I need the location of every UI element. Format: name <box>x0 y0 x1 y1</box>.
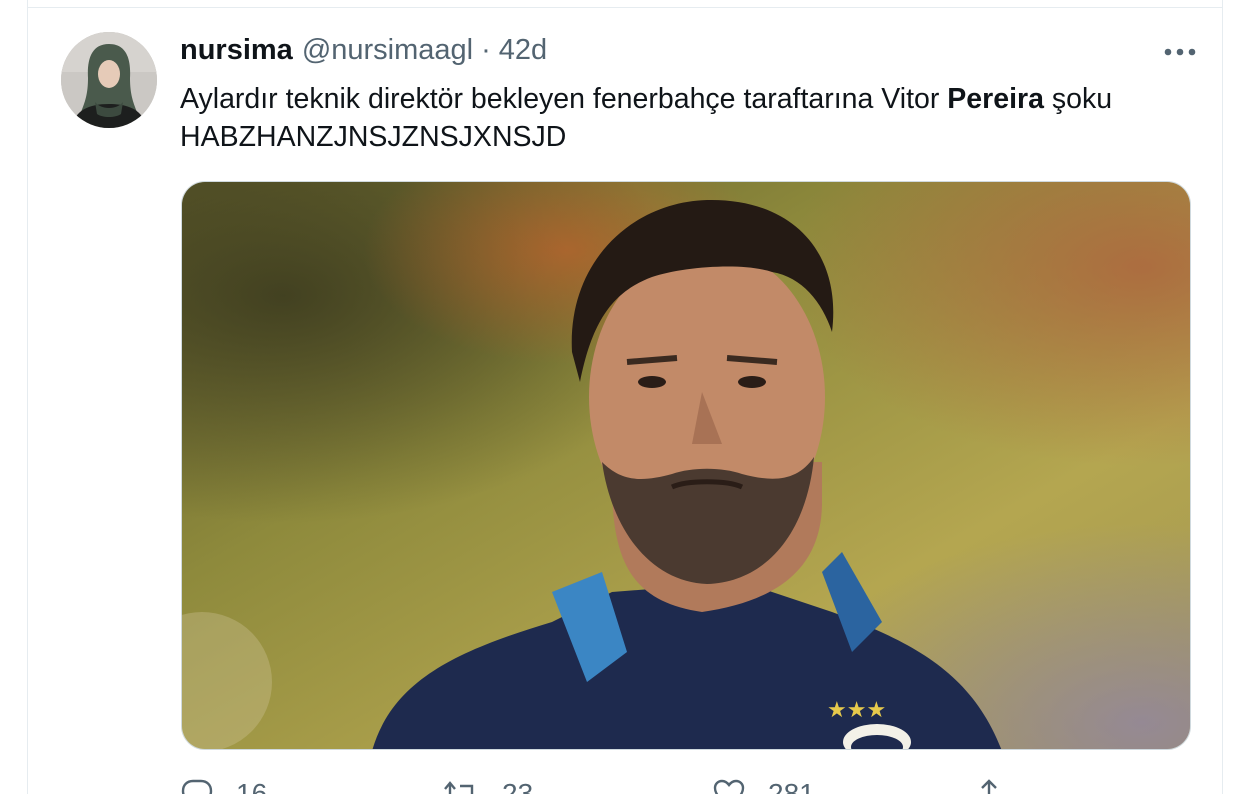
reply-button[interactable]: 16 <box>180 770 267 794</box>
tweet-text-part: Aylardır teknik direktör bekleyen fenerb… <box>180 83 948 115</box>
share-icon <box>981 779 997 794</box>
reply-count: 16 <box>236 778 268 794</box>
reply-icon <box>181 779 213 794</box>
tweet-media-photo[interactable]: ★★★ <box>181 181 1191 750</box>
timestamp[interactable]: 42d <box>499 34 547 67</box>
avatar[interactable] <box>61 32 157 128</box>
display-name[interactable]: nursima <box>180 34 293 67</box>
retweet-button[interactable]: 23 <box>442 770 533 794</box>
more-horizontal-icon <box>1164 48 1196 56</box>
like-button[interactable]: 281 <box>712 770 815 794</box>
retweet-icon <box>444 781 474 794</box>
like-count: 281 <box>768 778 815 794</box>
divider <box>28 7 1222 8</box>
svg-text:★★★: ★★★ <box>827 698 886 723</box>
tweet-text-highlight: Pereira <box>947 83 1044 115</box>
tweet-header: nursima @nursimaagl · 42d <box>180 34 547 74</box>
heart-icon <box>713 779 745 794</box>
tweet-card[interactable]: nursima @nursimaagl · 42d Aylardır tekni… <box>27 0 1223 794</box>
tweet-actions: 16 23 281 <box>180 770 1190 794</box>
share-button[interactable] <box>972 770 1006 794</box>
separator-dot: · <box>481 34 491 66</box>
user-handle[interactable]: @nursimaagl <box>302 34 473 67</box>
retweet-count: 23 <box>502 778 534 794</box>
tweet-text: Aylardır teknik direktör bekleyen fenerb… <box>180 80 1210 156</box>
more-options-button[interactable] <box>1160 34 1200 70</box>
